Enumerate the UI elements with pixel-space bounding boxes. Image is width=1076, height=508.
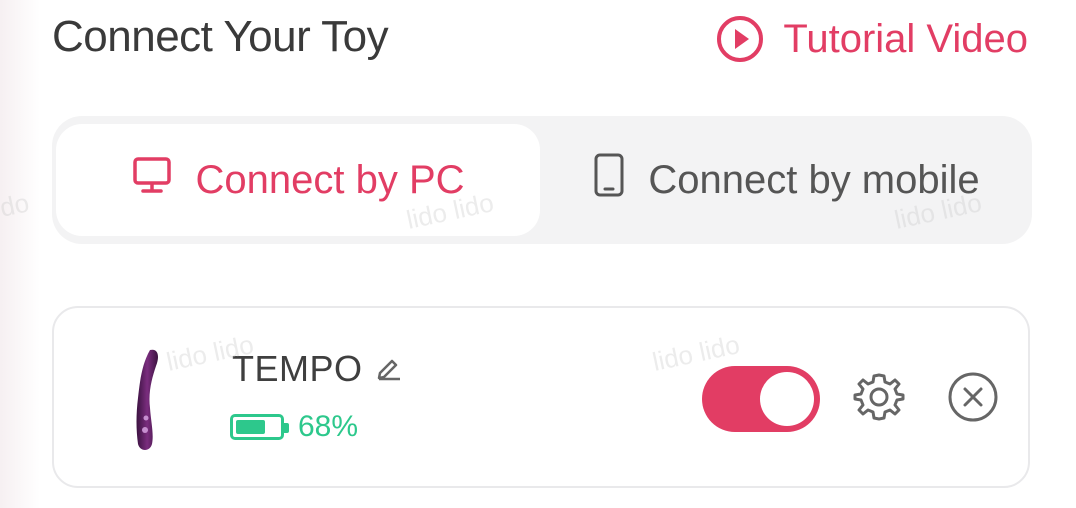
device-name: TEMPO xyxy=(232,348,363,389)
device-settings-button[interactable] xyxy=(850,370,908,428)
left-edge-shadow xyxy=(0,0,40,508)
device-name-row: TEMPO xyxy=(232,348,403,390)
connection-mode-switch: Connect by PC Connect by mobile xyxy=(52,116,1032,244)
device-enable-toggle[interactable] xyxy=(702,366,820,432)
gear-icon xyxy=(851,369,907,430)
battery-indicator: 68% xyxy=(230,410,358,444)
battery-percentage: 68% xyxy=(298,410,359,443)
monitor-icon xyxy=(131,154,173,206)
battery-icon xyxy=(230,414,289,440)
tab-connect-by-mobile[interactable]: Connect by mobile xyxy=(544,124,1028,236)
device-card: TEMPO 68% xyxy=(52,306,1030,488)
tab-connect-by-mobile-label: Connect by mobile xyxy=(648,157,980,202)
tutorial-video-link[interactable]: Tutorial Video xyxy=(715,14,1028,64)
battery-fill xyxy=(236,420,265,434)
smartphone-icon xyxy=(592,152,626,208)
page-title: Connect Your Toy xyxy=(52,12,389,61)
tab-connect-by-pc[interactable]: Connect by PC xyxy=(56,124,540,236)
pencil-icon[interactable] xyxy=(375,353,403,386)
play-circle-icon xyxy=(715,14,765,64)
toggle-knob xyxy=(760,372,814,426)
toy-device-icon xyxy=(128,344,168,454)
remove-device-button[interactable] xyxy=(944,370,1002,428)
tab-connect-by-pc-label: Connect by PC xyxy=(195,157,465,202)
tutorial-video-label: Tutorial Video xyxy=(783,16,1028,61)
close-circle-icon xyxy=(946,370,1000,429)
